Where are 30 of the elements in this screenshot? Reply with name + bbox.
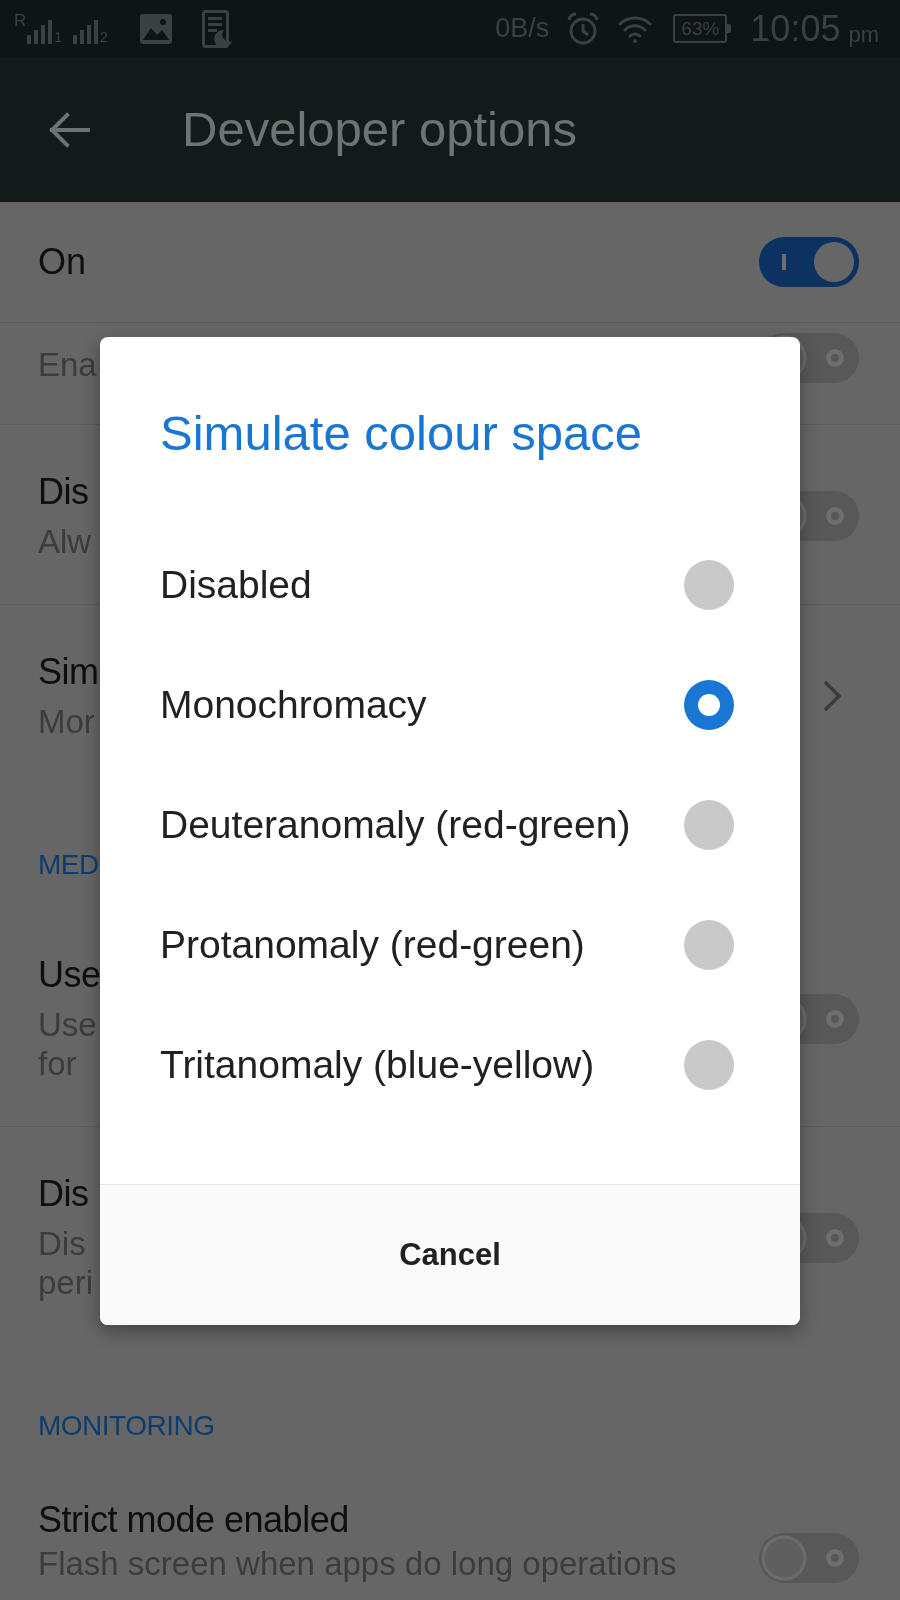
setting-title: Strict mode enabled <box>38 1499 350 1540</box>
signal-icon <box>26 19 53 44</box>
signal-icon <box>72 19 99 44</box>
chevron-right-icon <box>823 680 841 712</box>
setting-title: Dis <box>38 1173 90 1214</box>
screen-title: Developer options <box>182 101 577 159</box>
alarm-clock-icon <box>566 11 601 46</box>
wifi-icon <box>618 14 653 43</box>
toggle-switch[interactable] <box>759 237 859 287</box>
radio-button[interactable] <box>683 919 735 971</box>
option-label[interactable]: Disabled <box>160 561 312 609</box>
back-icon[interactable] <box>49 111 90 148</box>
option-label[interactable]: Deuteranomaly (red-green) <box>160 801 631 849</box>
section-header: MONITORING <box>38 1410 215 1441</box>
option-label[interactable]: Monochromacy <box>160 681 427 729</box>
switch-label: On <box>38 240 87 284</box>
setting-title: Use <box>38 954 101 995</box>
document-icon <box>201 9 232 48</box>
dialog-title: Simulate colour space <box>160 406 643 460</box>
option-label[interactable]: Tritanomaly (blue-yellow) <box>160 1041 595 1089</box>
section-header: MED <box>38 849 99 880</box>
cancel-button[interactable]: Cancel <box>100 1184 800 1325</box>
image-icon <box>139 13 172 44</box>
radio-button[interactable] <box>683 799 735 851</box>
radio-button[interactable] <box>683 559 735 611</box>
option-label[interactable]: Protanomaly (red-green) <box>160 921 585 969</box>
radio-button[interactable] <box>683 679 735 731</box>
radio-button[interactable] <box>683 1039 735 1091</box>
setting-title: Sim <box>38 651 99 692</box>
setting-title: Dis <box>38 471 90 512</box>
